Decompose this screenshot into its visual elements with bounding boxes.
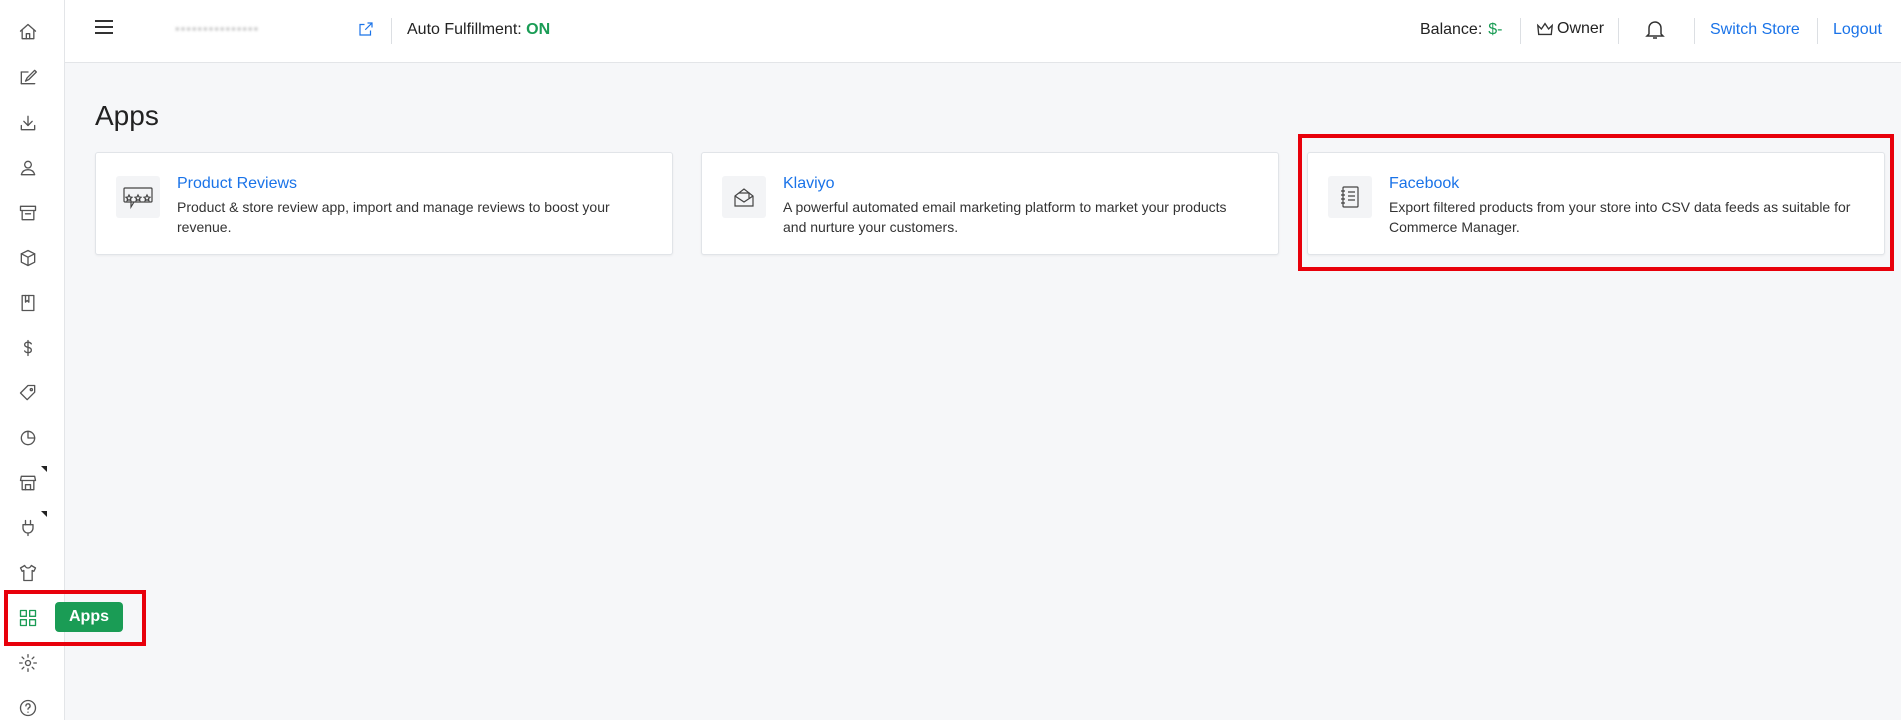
divider (1618, 18, 1619, 44)
menu-icon[interactable] (95, 20, 113, 36)
auto-fulfillment-label: Auto Fulfillment: (407, 21, 522, 38)
external-link-icon[interactable] (357, 20, 375, 38)
app-description: A powerful automated email marketing pla… (783, 199, 1227, 235)
page-title: Apps (95, 100, 159, 131)
pie-chart-icon[interactable] (16, 426, 40, 450)
crown-icon (1536, 22, 1554, 36)
edit-icon[interactable] (16, 65, 40, 89)
home-icon[interactable] (16, 20, 40, 44)
auto-fulfillment-value: ON (526, 21, 551, 38)
owner-role: Owner (1536, 20, 1604, 38)
help-icon[interactable] (16, 696, 40, 720)
download-icon[interactable] (16, 111, 40, 135)
storefront-icon[interactable] (16, 466, 47, 495)
topbar: ▪▪▪▪▪▪▪▪▪▪▪▪▪▪▪ Auto Fulfillment: ON Bal… (65, 0, 1901, 63)
app-card-product-reviews[interactable]: Product Reviews Product & store review a… (95, 152, 673, 255)
divider (391, 18, 392, 44)
submenu-indicator (41, 511, 47, 517)
owner-label: Owner (1557, 20, 1605, 37)
user-icon[interactable] (16, 156, 40, 180)
divider (1694, 18, 1695, 44)
book-icon[interactable] (16, 291, 40, 315)
email-icon (722, 176, 766, 218)
tag-icon[interactable] (16, 381, 40, 405)
app-name[interactable]: Klaviyo (783, 175, 835, 193)
app-name[interactable]: Product Reviews (177, 175, 297, 193)
archive-icon[interactable] (16, 201, 40, 225)
facebook-highlight-box (1298, 134, 1894, 271)
app-description: Product & store review app, import and m… (177, 199, 610, 235)
app-card-klaviyo[interactable]: Klaviyo A powerful automated email marke… (701, 152, 1279, 255)
shirt-icon[interactable] (16, 561, 40, 585)
plug-icon[interactable] (16, 511, 47, 540)
apps-highlight-box (4, 590, 146, 646)
divider (1520, 18, 1521, 44)
dollar-icon[interactable] (16, 336, 40, 360)
divider (1817, 18, 1818, 44)
balance: Balance: $- (1420, 21, 1503, 39)
switch-store-link[interactable]: Switch Store (1710, 21, 1800, 39)
balance-value: $- (1488, 21, 1503, 38)
reviews-icon (116, 176, 160, 218)
gear-icon[interactable] (16, 651, 40, 675)
box-icon[interactable] (16, 246, 40, 270)
bell-icon[interactable] (1643, 17, 1667, 41)
store-name-redacted: ▪▪▪▪▪▪▪▪▪▪▪▪▪▪▪ (175, 21, 260, 36)
balance-label: Balance: (1420, 21, 1483, 38)
auto-fulfillment-status: Auto Fulfillment: ON (407, 21, 550, 39)
submenu-indicator (41, 466, 47, 472)
logout-link[interactable]: Logout (1833, 21, 1882, 39)
